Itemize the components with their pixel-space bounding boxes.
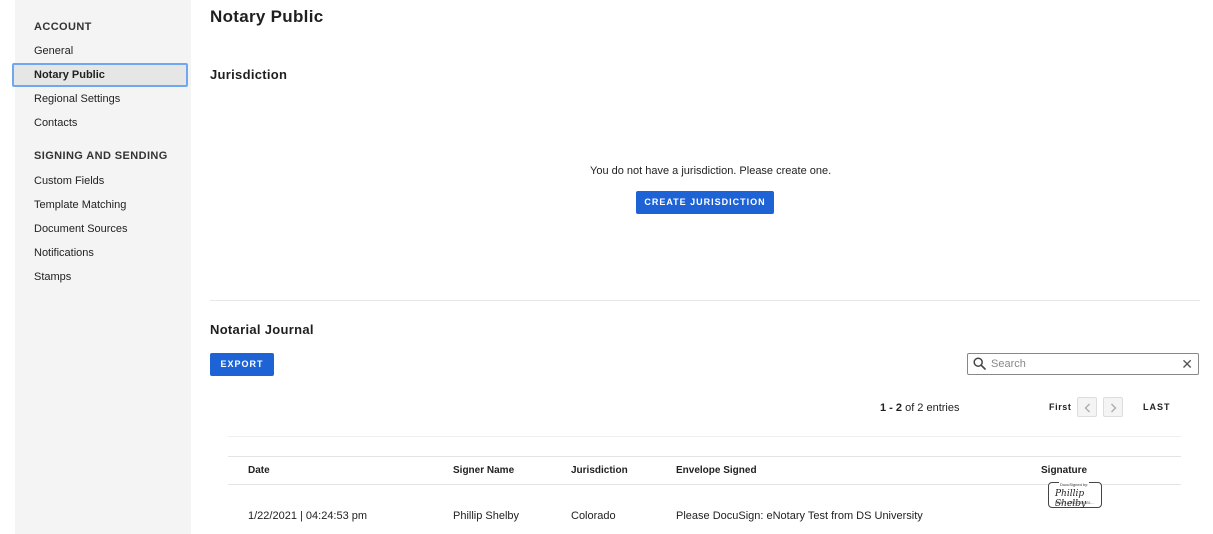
search-box: ✕ (967, 353, 1199, 375)
entries-range: 1 - 2 (880, 402, 903, 414)
chevron-left-icon (1084, 403, 1090, 413)
pagination-first-link[interactable]: First (1049, 402, 1072, 412)
sidebar-item-custom-fields[interactable]: Custom Fields (34, 175, 104, 187)
pagination-next-button[interactable] (1103, 397, 1123, 417)
column-header-date[interactable]: Date (248, 465, 270, 476)
sidebar: ACCOUNT General Notary Public Regional S… (12, 0, 191, 534)
section-divider (210, 300, 1200, 301)
sidebar-heading-signing-and-sending: SIGNING AND SENDING (34, 150, 168, 162)
sidebar-item-notary-public[interactable]: Notary Public (12, 63, 188, 87)
column-header-envelope-signed[interactable]: Envelope Signed (676, 465, 757, 476)
signature-code: BA8F4A7BDC6D4B1... (1055, 501, 1095, 505)
sidebar-item-document-sources[interactable]: Document Sources (34, 223, 128, 235)
row-jurisdiction: Colorado (571, 510, 616, 522)
search-icon (973, 357, 986, 375)
search-input[interactable] (991, 356, 1181, 372)
entries-total: of 2 entries (902, 402, 960, 414)
main-content: Notary Public Jurisdiction You do not ha… (210, 0, 1213, 534)
notarial-journal-heading: Notarial Journal (210, 322, 314, 337)
row-date: 1/22/2021 | 04:24:53 pm (248, 510, 368, 522)
column-header-signer-name[interactable]: Signer Name (453, 465, 514, 476)
signature-image: DocuSigned by: Phillip Shelby BA8F4A7BDC… (1048, 482, 1102, 509)
sidebar-item-notifications[interactable]: Notifications (34, 247, 94, 259)
sidebar-item-stamps[interactable]: Stamps (34, 271, 71, 283)
pagination-last-link[interactable]: LAST (1143, 402, 1171, 412)
table-top-divider (228, 436, 1181, 437)
column-header-jurisdiction[interactable]: Jurisdiction (571, 465, 628, 476)
table-header-top-border (228, 456, 1181, 457)
sidebar-item-contacts[interactable]: Contacts (34, 117, 77, 129)
pagination-prev-button[interactable] (1077, 397, 1097, 417)
column-header-signature[interactable]: Signature (1041, 465, 1087, 476)
sidebar-heading-account: ACCOUNT (34, 21, 92, 33)
sidebar-item-general[interactable]: General (34, 45, 73, 57)
chevron-right-icon (1111, 403, 1117, 413)
entries-count: 1 - 2 of 2 entries (880, 402, 960, 414)
create-jurisdiction-button[interactable]: CREATE JURISDICTION (636, 191, 774, 214)
clear-search-icon[interactable]: ✕ (1181, 356, 1193, 372)
table-header-bottom-border (228, 484, 1181, 485)
export-button[interactable]: EXPORT (210, 353, 274, 376)
signature-name: Phillip Shelby (1055, 489, 1087, 509)
row-signer-name: Phillip Shelby (453, 510, 520, 522)
sidebar-item-template-matching[interactable]: Template Matching (34, 199, 126, 211)
jurisdiction-heading: Jurisdiction (210, 67, 288, 82)
row-envelope-signed: Please DocuSign: eNotary Test from DS Un… (676, 510, 923, 522)
page-title: Notary Public (210, 7, 324, 26)
sidebar-item-regional-settings[interactable]: Regional Settings (34, 93, 120, 105)
signature-caption: DocuSigned by: (1059, 482, 1090, 487)
jurisdiction-empty-message: You do not have a jurisdiction. Please c… (590, 165, 832, 177)
